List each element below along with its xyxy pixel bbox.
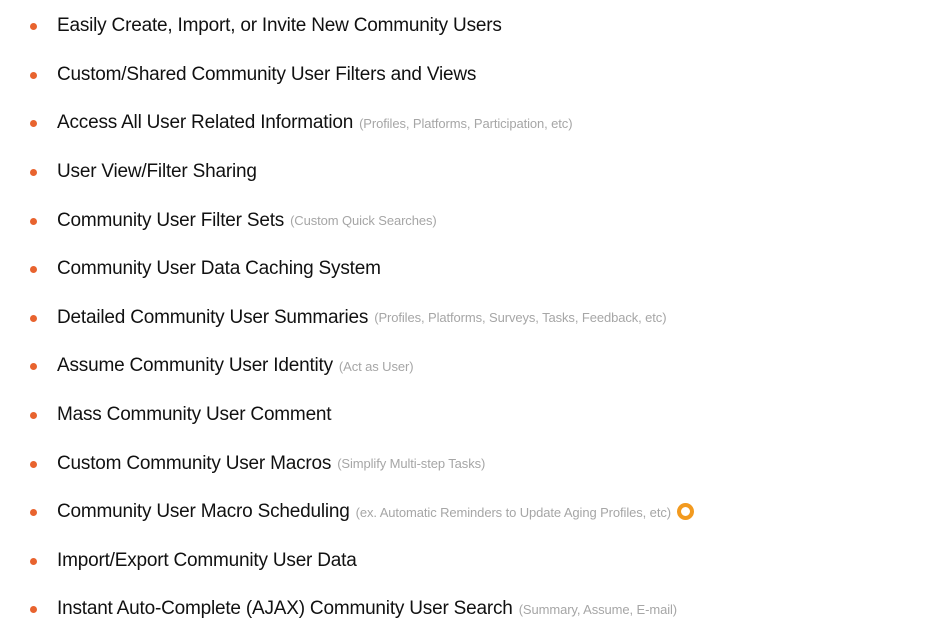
feature-label: Custom/Shared Community User Filters and… (57, 63, 477, 85)
bullet-icon (30, 460, 37, 468)
feature-note: (Summary, Assume, E-mail) (518, 601, 678, 617)
feature-item: Custom Community User Macros (Simplify M… (0, 439, 930, 488)
bullet-icon (30, 412, 37, 420)
feature-label: Community User Filter Sets (57, 209, 285, 231)
feature-label: Custom Community User Macros (57, 452, 332, 474)
bullet-icon (30, 606, 37, 614)
orange-ring-icon (676, 502, 694, 520)
feature-item: Custom/Shared Community User Filters and… (0, 51, 930, 100)
feature-note: (Act as User) (338, 358, 414, 374)
bullet-icon (30, 557, 37, 565)
bullet-icon (30, 509, 37, 517)
feature-label: Assume Community User Identity (57, 355, 333, 377)
feature-label: Community User Data Caching System (57, 258, 381, 280)
feature-note: (Profiles, Platforms, Participation, etc… (359, 115, 573, 131)
bullet-icon (30, 363, 37, 371)
feature-item: User View/Filter Sharing (0, 148, 930, 197)
feature-label: Import/Export Community User Data (57, 549, 357, 571)
feature-item: Import/Export Community User Data (0, 537, 930, 586)
bullet-icon (30, 169, 37, 177)
feature-note: (Simplify Multi-step Tasks) (337, 456, 486, 472)
feature-item: Mass Community User Comment (0, 391, 930, 440)
bullet-icon (30, 314, 37, 322)
feature-label: Community User Macro Scheduling (57, 501, 350, 523)
feature-item: Detailed Community User Summaries (Profi… (0, 294, 930, 343)
feature-label: Detailed Community User Summaries (57, 306, 369, 328)
feature-item: Easily Create, Import, or Invite New Com… (0, 2, 930, 51)
bullet-icon (30, 266, 37, 274)
feature-item: Assume Community User Identity (Act as U… (0, 342, 930, 391)
feature-item: Instant Auto-Complete (AJAX) Community U… (0, 585, 930, 634)
bullet-icon (30, 217, 37, 225)
feature-item: Access All User Related Information (Pro… (0, 99, 930, 148)
feature-label: User View/Filter Sharing (57, 161, 257, 183)
bullet-icon (30, 23, 37, 31)
feature-note: (Profiles, Platforms, Surveys, Tasks, Fe… (374, 310, 667, 326)
bullet-icon (30, 120, 37, 128)
feature-label: Easily Create, Import, or Invite New Com… (57, 15, 502, 37)
feature-item: Community User Data Caching System (0, 245, 930, 294)
feature-item: Community User Filter Sets (Custom Quick… (0, 196, 930, 245)
feature-list: Easily Create, Import, or Invite New Com… (0, 2, 930, 634)
feature-item: Community User Macro Scheduling (ex. Aut… (0, 488, 930, 537)
feature-label: Mass Community User Comment (57, 404, 332, 426)
feature-label: Access All User Related Information (57, 112, 354, 134)
bullet-icon (30, 71, 37, 79)
feature-note: (Custom Quick Searches) (290, 213, 437, 229)
feature-label: Instant Auto-Complete (AJAX) Community U… (57, 598, 513, 620)
feature-note: (ex. Automatic Reminders to Update Aging… (355, 504, 671, 520)
